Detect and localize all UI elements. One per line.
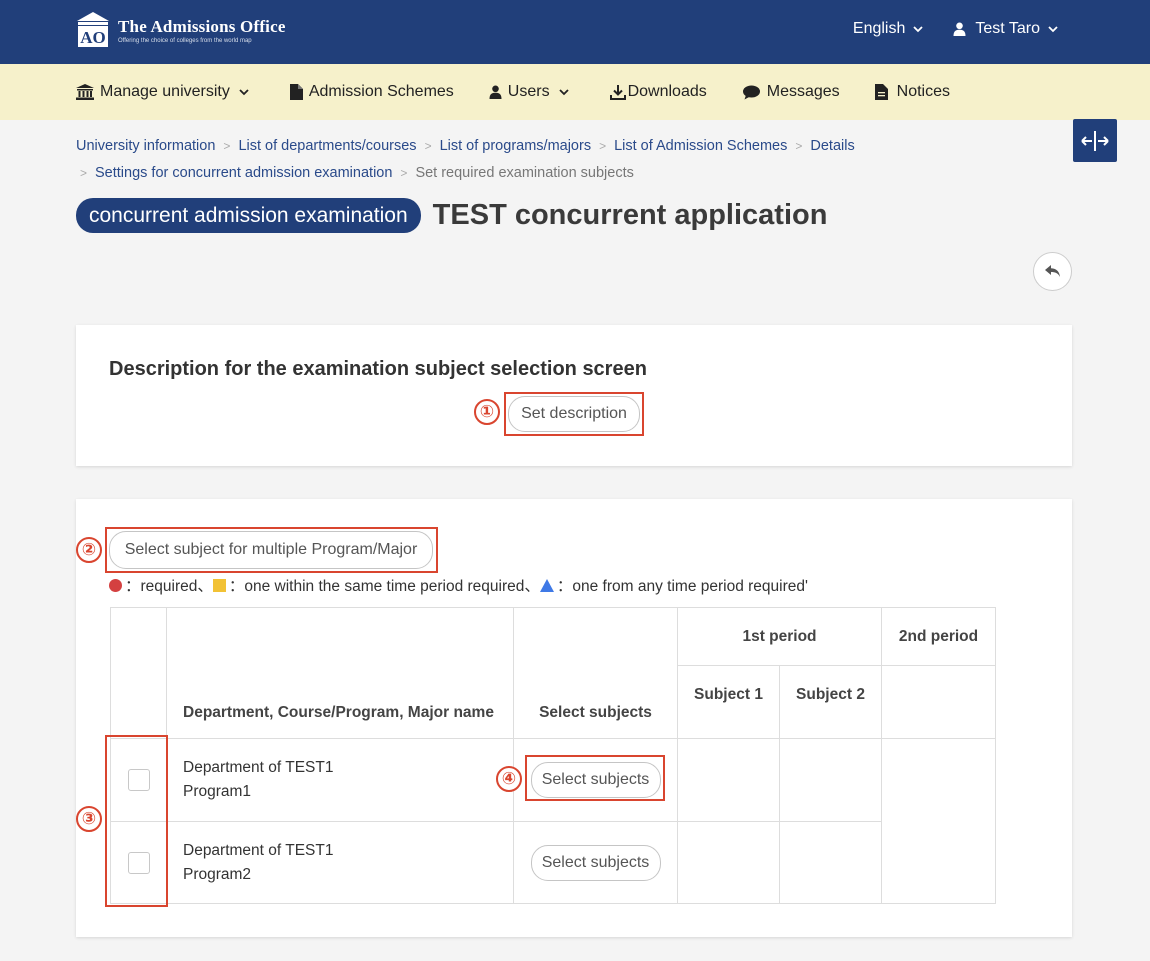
document-icon — [289, 84, 303, 100]
program-name: Program2 — [183, 865, 252, 883]
breadcrumb-current: Set required examination subjects — [415, 165, 634, 181]
breadcrumb-separator: > — [400, 166, 408, 180]
select-multiple-subjects-button[interactable]: Select subject for multiple Program/Majo… — [109, 531, 433, 569]
main-nav: Manage university Admission Schemes User… — [0, 64, 1150, 120]
period2-header: 2nd period — [881, 607, 996, 666]
logo-mark-text: AO — [80, 28, 106, 47]
nav-notices[interactable]: Notices — [874, 83, 951, 101]
breadcrumb-university-information[interactable]: University information — [76, 138, 215, 154]
breadcrumb-programs[interactable]: List of programs/majors — [440, 138, 592, 154]
annotation-marker-4: ④ — [496, 766, 522, 792]
legend-required: ：required、 — [125, 578, 213, 595]
language-dropdown[interactable]: English — [852, 20, 924, 38]
set-description-button[interactable]: Set description — [508, 396, 640, 432]
breadcrumb-admission-schemes[interactable]: List of Admission Schemes — [614, 138, 787, 154]
program-name-cell: Department of TEST1 Program2 — [166, 821, 514, 904]
table-row: Department of TEST1 Program2 Select subj… — [110, 821, 996, 904]
exam-type-badge: concurrent admission examination — [76, 198, 421, 233]
legend: ：required、 ：one within the same time per… — [109, 574, 808, 596]
select-subjects-button[interactable]: Select subjects — [530, 844, 661, 881]
nav-label: Manage university — [100, 83, 230, 100]
chevron-down-icon — [558, 88, 569, 95]
subject2-header: Subject 2 — [779, 665, 882, 739]
page-title: TEST concurrent application — [432, 199, 828, 231]
name-column-header: Department, Course/Program, Major name — [166, 607, 514, 739]
department-name: Department of TEST1 — [183, 841, 334, 859]
user-icon — [953, 22, 966, 36]
legend-any-period: ：one from any time period required' — [556, 578, 808, 595]
reply-arrow-icon — [1044, 265, 1060, 277]
annotation-highlight-3 — [105, 735, 168, 907]
breadcrumb: University information > List of departmen… — [76, 133, 936, 187]
subject2-cell — [779, 738, 882, 822]
logo-title: The Admissions Office — [118, 17, 286, 36]
expand-horizontal-icon — [1081, 130, 1109, 151]
nav-label: Admission Schemes — [308, 83, 454, 100]
select-subjects-cell: Select subjects — [513, 821, 678, 904]
breadcrumb-separator: > — [599, 139, 607, 153]
subject1-cell — [677, 821, 780, 904]
expand-collapse-button[interactable] — [1073, 119, 1117, 162]
nav-label: Downloads — [627, 83, 707, 100]
back-button[interactable] — [1033, 252, 1072, 291]
chevron-down-icon — [239, 88, 249, 95]
annotation-marker-1: ① — [474, 399, 500, 425]
subjects-card: ② Select subject for multiple Program/Ma… — [76, 499, 1072, 937]
user-icon — [489, 85, 502, 99]
logo[interactable]: AO The Admissions Office Offering the ch… — [76, 11, 286, 49]
nav-admission-schemes[interactable]: Admission Schemes — [289, 83, 454, 101]
period2-subheader — [881, 665, 996, 739]
subject1-cell — [677, 738, 780, 822]
university-icon — [76, 84, 94, 100]
annotation-marker-3: ③ — [76, 806, 102, 832]
annotation-marker-2: ② — [76, 537, 102, 563]
breadcrumb-separator: > — [80, 166, 88, 180]
breadcrumb-separator: > — [424, 139, 432, 153]
required-marker — [109, 578, 122, 592]
nav-label: Messages — [766, 83, 840, 100]
subject2-cell — [779, 821, 882, 904]
breadcrumb-concurrent-settings[interactable]: Settings for concurrent admission examin… — [95, 165, 392, 181]
same-period-marker — [212, 578, 226, 592]
legend-same-period: ：one within the same time period require… — [228, 578, 540, 595]
breadcrumb-separator: > — [223, 139, 231, 153]
chevron-down-icon — [913, 25, 924, 32]
annotation-highlight-4 — [525, 755, 665, 801]
period2-cell — [881, 738, 996, 904]
nav-messages[interactable]: Messages — [742, 83, 840, 101]
user-menu[interactable]: Test Taro — [953, 20, 1058, 38]
subject1-header: Subject 1 — [677, 665, 780, 739]
nav-manage-university[interactable]: Manage university — [76, 83, 255, 101]
description-title: Description for the examination subject … — [109, 358, 647, 380]
notice-icon — [874, 84, 888, 100]
breadcrumb-separator: > — [795, 139, 803, 153]
select-column-header: Select subjects — [513, 607, 678, 739]
program-name: Program1 — [183, 783, 252, 800]
user-name: Test Taro — [975, 20, 1040, 37]
description-card: Description for the examination subject … — [76, 325, 1072, 466]
nav-users[interactable]: Users — [489, 83, 575, 101]
period1-header: 1st period — [677, 607, 882, 666]
top-header: AO The Admissions Office Offering the ch… — [0, 0, 1150, 64]
download-icon — [609, 84, 626, 100]
logo-building-icon: AO — [76, 11, 110, 49]
any-period-marker — [539, 578, 554, 592]
chat-icon — [742, 85, 760, 99]
breadcrumb-details[interactable]: Details — [810, 138, 854, 154]
nav-label: Users — [507, 83, 550, 100]
nav-label: Notices — [896, 83, 951, 100]
checkbox-header — [110, 607, 167, 739]
breadcrumb-departments[interactable]: List of departments/courses — [238, 138, 416, 154]
nav-downloads[interactable]: Downloads — [609, 83, 707, 101]
chevron-down-icon — [1048, 25, 1058, 32]
program-name-cell: Department of TEST1 Program1 — [166, 738, 514, 822]
language-label: English — [852, 20, 906, 37]
logo-tagline: Offering the choice of colleges from the… — [118, 38, 252, 44]
department-name: Department of TEST1 — [183, 759, 334, 776]
